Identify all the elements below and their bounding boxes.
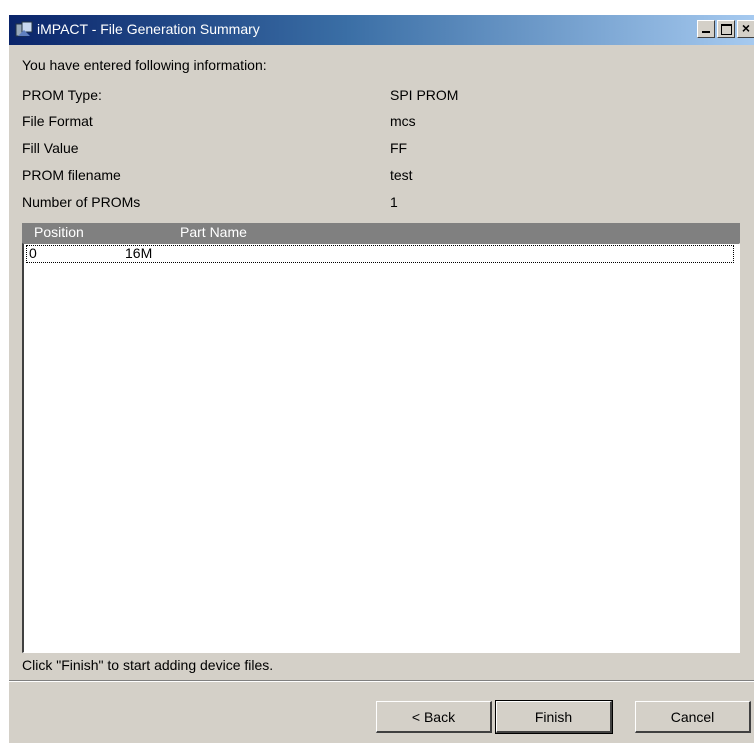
file-format-label: File Format bbox=[22, 113, 93, 129]
window-controls: × bbox=[695, 20, 754, 40]
prom-filename-value: test bbox=[390, 167, 413, 183]
column-header-position[interactable]: Position bbox=[34, 224, 84, 240]
window-title: iMPACT - File Generation Summary bbox=[37, 21, 260, 37]
prom-list[interactable]: 0 16M bbox=[22, 243, 740, 653]
maximize-icon[interactable] bbox=[717, 20, 735, 38]
summary-heading: You have entered following information: bbox=[22, 57, 267, 73]
dialog-window: iMPACT - File Generation Summary × You h… bbox=[8, 14, 754, 743]
cancel-button[interactable]: Cancel bbox=[635, 701, 751, 733]
number-of-proms-label: Number of PROMs bbox=[22, 194, 141, 210]
finish-hint: Click "Finish" to start adding device fi… bbox=[22, 657, 274, 673]
impact-app-icon bbox=[15, 21, 33, 37]
file-format-value: mcs bbox=[390, 113, 416, 129]
fill-value-label: Fill Value bbox=[22, 140, 79, 156]
column-header-part-name[interactable]: Part Name bbox=[180, 224, 247, 240]
prom-filename-label: PROM filename bbox=[22, 167, 121, 183]
number-of-proms-value: 1 bbox=[390, 194, 398, 210]
table-header: Position Part Name bbox=[22, 223, 740, 243]
position-cell: 0 bbox=[29, 245, 37, 261]
back-button[interactable]: < Back bbox=[376, 701, 492, 733]
table-row[interactable]: 0 16M bbox=[26, 245, 734, 263]
close-icon[interactable]: × bbox=[737, 20, 754, 38]
prom-type-label: PROM Type: bbox=[22, 87, 102, 103]
title-bar[interactable]: iMPACT - File Generation Summary × bbox=[9, 15, 754, 45]
part-name-cell: 16M bbox=[125, 245, 153, 261]
footer-divider bbox=[9, 680, 754, 682]
finish-button[interactable]: Finish bbox=[495, 700, 613, 734]
prom-type-value: SPI PROM bbox=[390, 87, 459, 103]
minimize-icon[interactable] bbox=[697, 20, 715, 38]
fill-value-value: FF bbox=[390, 140, 408, 156]
